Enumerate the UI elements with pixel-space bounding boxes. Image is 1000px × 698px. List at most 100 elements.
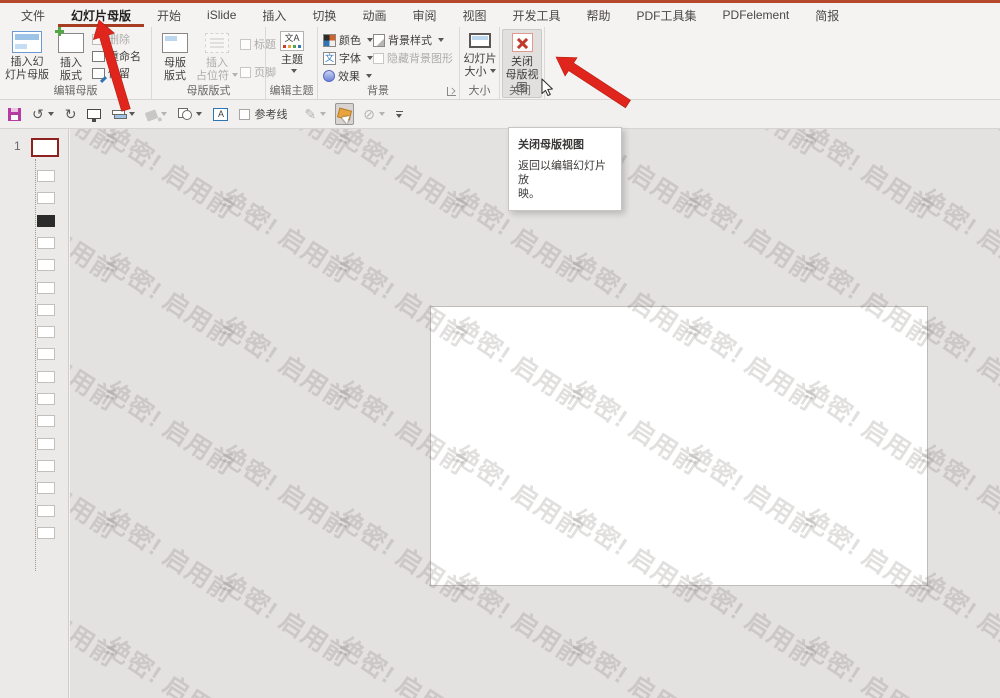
watermark-text: 绝密! 启用前 bbox=[70, 129, 125, 162]
tab-pdf-tools[interactable]: PDF工具集 bbox=[624, 3, 710, 27]
slide-master-surface[interactable] bbox=[430, 306, 928, 586]
layout-thumbnail[interactable] bbox=[37, 215, 55, 227]
master-slide-thumbnail[interactable] bbox=[31, 138, 59, 157]
close-master-view-icon bbox=[511, 33, 533, 52]
editing-canvas[interactable]: 绝密! 启用前绝密! 启用前绝密! 启用前绝密! 启用前绝密! 启用前绝密! 启… bbox=[70, 129, 1000, 698]
undo-icon: ↺ bbox=[32, 106, 44, 122]
more-icon bbox=[395, 110, 403, 118]
undo-button[interactable]: ↺ bbox=[30, 103, 56, 125]
slide-size-button[interactable]: 幻灯片 大小 bbox=[462, 29, 498, 79]
master-layout-icon bbox=[162, 33, 188, 53]
layout-thumbnail[interactable] bbox=[37, 393, 55, 405]
hide-background-checkbox-icon bbox=[373, 52, 384, 64]
slide-thumbnail-panel: 1 bbox=[0, 129, 69, 698]
tab-review[interactable]: 审阅 bbox=[399, 3, 449, 27]
effects-icon bbox=[323, 70, 335, 82]
layout-thumbnail[interactable] bbox=[37, 505, 55, 517]
dropdown-caret-icon bbox=[161, 112, 168, 116]
ink-icon: ✎ bbox=[304, 106, 317, 122]
preserve-button[interactable]: 保留 bbox=[92, 65, 130, 81]
title-checkbox-icon bbox=[240, 38, 251, 50]
layout-connector-line bbox=[35, 159, 36, 571]
layout-thumbnail[interactable] bbox=[37, 326, 55, 338]
layout-thumbnail[interactable] bbox=[37, 482, 55, 494]
layout-thumbnail[interactable] bbox=[37, 348, 55, 360]
watermark-text: 绝密! 启用前 bbox=[70, 569, 122, 673]
tab-islide[interactable]: iSlide bbox=[194, 3, 249, 27]
layout-thumbnail[interactable] bbox=[37, 415, 55, 427]
shapes-button[interactable] bbox=[176, 103, 204, 125]
layout-thumbnail[interactable] bbox=[37, 259, 55, 271]
dialog-launcher-icon[interactable] bbox=[447, 87, 456, 96]
tab-help[interactable]: 帮助 bbox=[574, 3, 624, 27]
insert-layout-icon bbox=[55, 27, 84, 53]
dropdown-caret-icon bbox=[366, 74, 372, 78]
layout-thumbnail[interactable] bbox=[37, 371, 55, 383]
watermark-text: 绝密! 启用前 bbox=[215, 129, 358, 162]
guides-checkbox[interactable]: 参考线 bbox=[237, 103, 289, 125]
rename-button[interactable]: 重命名 bbox=[92, 48, 141, 64]
rename-icon bbox=[92, 50, 105, 62]
save-button[interactable] bbox=[6, 103, 23, 125]
layout-thumbnail[interactable] bbox=[37, 304, 55, 316]
arrange-button[interactable] bbox=[110, 103, 137, 125]
group-edit-master: 插入幻 灯片母版 插入 版式 删除 重命名 保留 编辑母版 bbox=[0, 27, 152, 99]
tab-insert[interactable]: 插入 bbox=[249, 3, 299, 27]
watermark-text: 绝密! 启用前 bbox=[70, 185, 122, 289]
tab-developer[interactable]: 开发工具 bbox=[499, 3, 573, 27]
watermark-text: 绝密! 启用前 bbox=[914, 129, 1000, 162]
background-styles-label: 背景样式 bbox=[388, 35, 432, 47]
insert-slide-master-button[interactable]: 插入幻 灯片母版 bbox=[4, 29, 50, 82]
insert-layout-button[interactable]: 插入 版式 bbox=[52, 27, 90, 83]
tab-file[interactable]: 文件 bbox=[8, 3, 58, 27]
fonts-label: 字体 bbox=[339, 53, 361, 65]
layout-thumbnail[interactable] bbox=[37, 282, 55, 294]
background-styles-button[interactable]: 背景样式 bbox=[373, 32, 444, 48]
layout-thumbnail[interactable] bbox=[37, 527, 55, 539]
layout-thumbnail[interactable] bbox=[37, 237, 55, 249]
guides-label: 参考线 bbox=[254, 109, 288, 121]
tab-home[interactable]: 开始 bbox=[144, 3, 194, 27]
watermark-text: 绝密! 启用前 bbox=[333, 632, 472, 698]
layout-thumbnail[interactable] bbox=[37, 192, 55, 204]
themes-label: 主题 bbox=[281, 54, 303, 66]
fonts-button[interactable]: 文 字体 bbox=[323, 50, 373, 66]
watermark-text: 绝密! 启用前 bbox=[915, 184, 1000, 289]
tab-slide-master[interactable]: 幻灯片母版 bbox=[58, 3, 145, 27]
insert-placeholder-button: 插入 占位符 bbox=[196, 29, 238, 83]
tab-transitions[interactable]: 切换 bbox=[299, 3, 349, 27]
insert-placeholder-label: 插入 占位符 bbox=[196, 57, 229, 82]
delete-icon bbox=[92, 33, 105, 45]
start-slideshow-button[interactable] bbox=[85, 103, 103, 125]
layout-thumbnail[interactable] bbox=[37, 460, 55, 472]
watermark-text: 绝密! 启用前 bbox=[216, 184, 355, 289]
insert-layout-label: 插入 版式 bbox=[60, 57, 82, 82]
dropdown-caret-icon bbox=[232, 73, 238, 77]
master-layout-label: 母版 版式 bbox=[164, 57, 186, 82]
tab-view[interactable]: 视图 bbox=[449, 3, 499, 27]
footer-checkbox-icon bbox=[240, 66, 251, 78]
watermark-text: 绝密! 启用前 bbox=[100, 376, 239, 481]
group-label-edit-theme: 编辑主题 bbox=[269, 85, 314, 97]
colors-icon bbox=[323, 33, 336, 47]
master-layout-button[interactable]: 母版 版式 bbox=[156, 29, 194, 83]
watermark-text: 绝密! 启用前 bbox=[333, 129, 472, 225]
tab-presentation[interactable]: 简报 bbox=[802, 3, 852, 27]
select-objects-button[interactable] bbox=[335, 103, 355, 125]
layout-thumbnail[interactable] bbox=[37, 438, 55, 450]
tab-animations[interactable]: 动画 bbox=[349, 3, 399, 27]
dropdown-caret-icon bbox=[47, 112, 54, 116]
customize-qat-button[interactable] bbox=[394, 103, 405, 125]
ink-tools-button: ✎ bbox=[302, 103, 328, 125]
group-master-layout: 母版 版式 插入 占位符 标题 页脚 母版版式 bbox=[152, 27, 276, 99]
themes-button[interactable]: 文A 主题 bbox=[270, 29, 314, 73]
watermark-text: 绝密! 启用前 bbox=[799, 632, 938, 698]
textbox-button[interactable]: A bbox=[211, 103, 230, 125]
colors-button[interactable]: 颜色 bbox=[323, 32, 373, 48]
layout-thumbnail[interactable] bbox=[37, 170, 55, 182]
group-background: 颜色 文 字体 效果 背景样式 隐藏背景图形 背景 bbox=[318, 27, 460, 99]
redo-button[interactable]: ↻ bbox=[63, 103, 79, 125]
ribbon-tab-bar: 文件 幻灯片母版 开始 iSlide 插入 切换 动画 审阅 视图 开发工具 帮助 PDF工具集 PDF… bbox=[0, 3, 1000, 27]
tab-pdfelement[interactable]: PDFelement bbox=[710, 3, 803, 27]
content-area: 1 绝密! 启用前绝密! 启用前绝密! 启用前绝密! 启用前绝密! 启用前绝密!… bbox=[0, 129, 1000, 698]
